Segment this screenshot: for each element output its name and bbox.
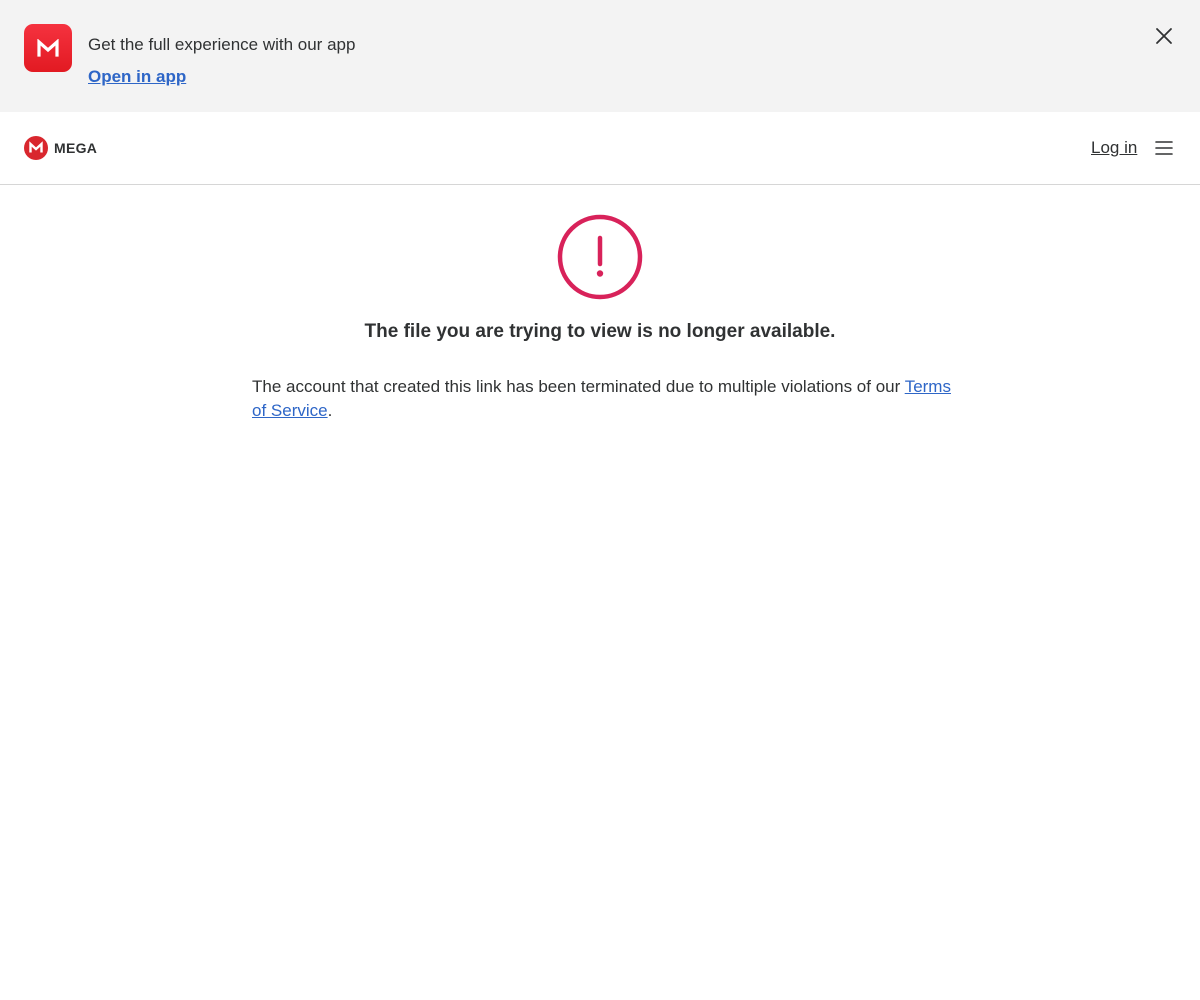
hamburger-menu-icon[interactable] [1152, 136, 1176, 160]
mega-logo-icon [24, 136, 48, 160]
app-banner-text: Get the full experience with our app [88, 35, 356, 54]
exclamation-circle-icon [557, 214, 643, 300]
logo-wordmark: MEGA [54, 140, 98, 156]
mega-m-icon [37, 39, 59, 57]
mega-logo[interactable]: MEGA [24, 136, 97, 160]
error-description-suffix: . [327, 401, 333, 420]
close-icon[interactable] [1152, 24, 1176, 48]
error-description: The account that created this link has b… [252, 375, 952, 423]
mega-app-icon [24, 24, 72, 72]
error-title: The file you are trying to view is no lo… [364, 321, 836, 342]
top-navigation-bar: MEGA Log in [0, 112, 1200, 185]
app-banner: Get the full experience with our app Ope… [0, 0, 1200, 112]
login-link[interactable]: Log in [1091, 137, 1137, 159]
open-in-app-link[interactable]: Open in app [88, 66, 186, 88]
error-description-text: The account that created this link has b… [252, 377, 905, 396]
